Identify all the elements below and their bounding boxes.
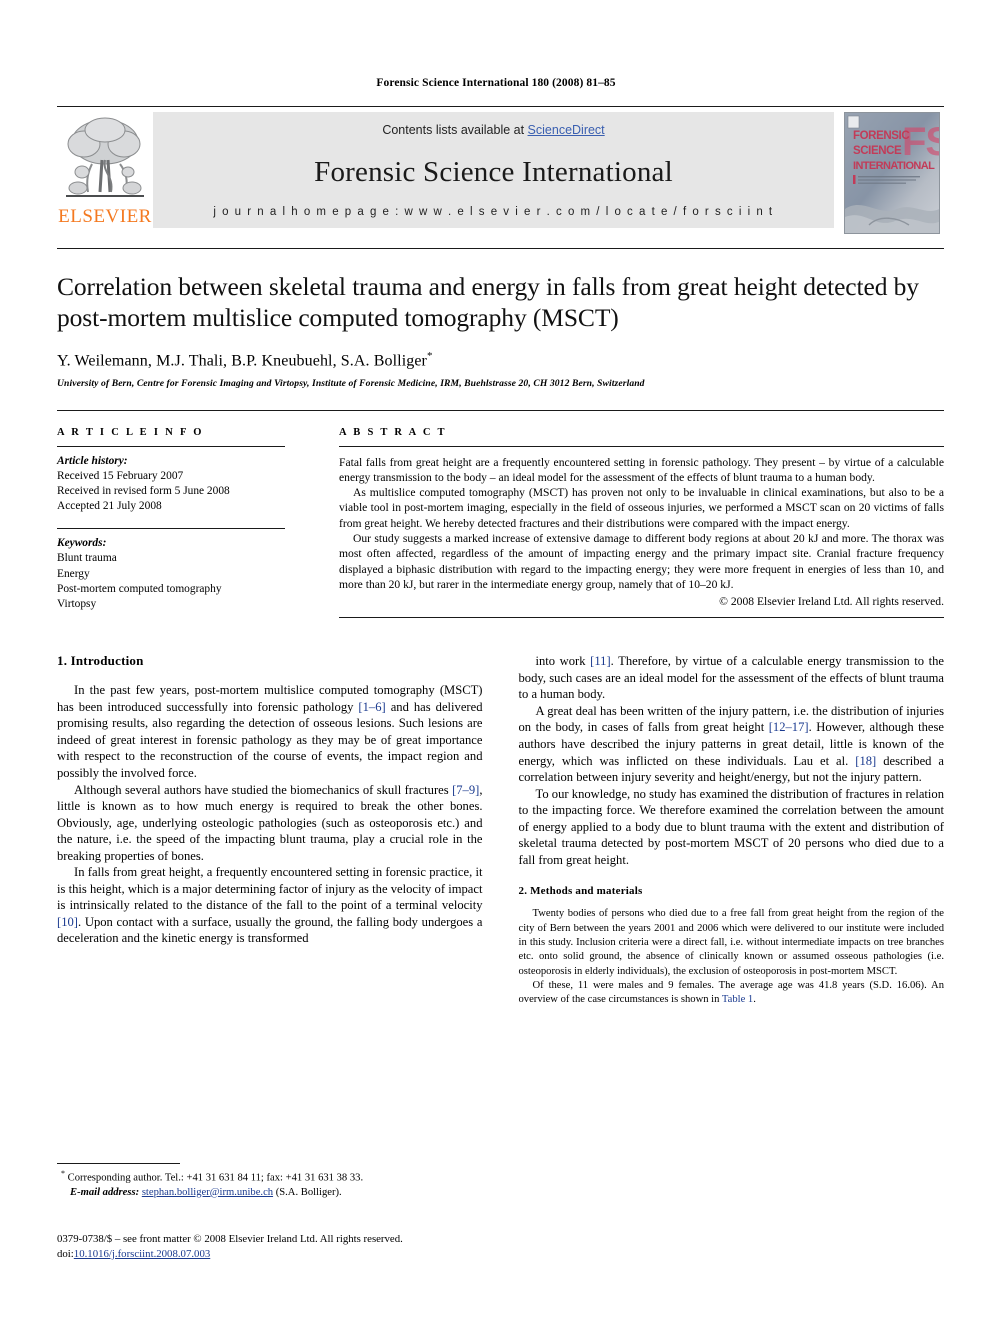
journal-cover-icon: FSI FORENSIC SCIENCE INTERNATIONAL — [844, 112, 940, 234]
abstract-paragraph: Our study suggests a marked increase of … — [339, 532, 944, 591]
footnote-divider — [57, 1163, 180, 1164]
article-body: 1. Introduction In the past few years, p… — [57, 653, 944, 1007]
email-link[interactable]: stephan.bolliger@irm.unibe.ch — [142, 1187, 273, 1198]
elsevier-logo: ELSEVIER — [57, 112, 153, 228]
methods-paragraph: Of these, 11 were males and 9 females. T… — [518, 979, 945, 1006]
imprint-block: 0379-0738/$ – see front matter © 2008 El… — [57, 1232, 477, 1261]
corresponding-author-marker[interactable]: * — [427, 350, 433, 362]
article-info-column: A R T I C L E I N F O Article history: R… — [57, 427, 309, 619]
email-address-label: E-mail address: — [70, 1186, 140, 1198]
citation-reference[interactable]: [7–9] — [452, 783, 479, 797]
footnote-block: * Corresponding author. Tel.: +41 31 631… — [57, 1163, 461, 1200]
author-names: Y. Weilemann, M.J. Thali, B.P. Kneubuehl… — [57, 352, 427, 370]
intro-paragraph: Although several authors have studied th… — [57, 782, 483, 863]
contents-label: Contents lists available at — [382, 123, 528, 137]
abstract-bottom-rule — [339, 617, 944, 619]
affiliation: University of Bern, Centre for Forensic … — [57, 377, 645, 389]
citation-reference[interactable]: [12–17] — [769, 720, 809, 734]
page-title: Correlation between skeletal trauma and … — [57, 272, 919, 333]
citation-reference[interactable]: [10] — [57, 915, 78, 929]
elsevier-wordmark: ELSEVIER — [58, 206, 152, 227]
keyword-item: Virtopsy — [57, 598, 97, 611]
intro-paragraph: into work [11]. Therefore, by virtue of … — [518, 654, 945, 702]
abstract-paragraph: Fatal falls from great height are a freq… — [339, 455, 944, 484]
journal-title: Forensic Science International — [314, 156, 673, 188]
doi-label: doi: — [57, 1247, 74, 1260]
article-history: Article history: Received 15 February 20… — [57, 454, 285, 515]
abstract-copyright: © 2008 Elsevier Ireland Ltd. All rights … — [719, 595, 944, 609]
keywords-rule — [57, 528, 285, 530]
article-header: Correlation between skeletal trauma and … — [57, 248, 944, 619]
journal-masthead: ELSEVIER Contents lists available at Sci… — [57, 106, 944, 234]
abstract-heading: A B S T R A C T — [339, 426, 447, 438]
keyword-item: Energy — [57, 567, 90, 580]
corresponding-author-text: Corresponding author. Tel.: +41 31 631 8… — [67, 1172, 364, 1184]
journal-banner: Contents lists available at ScienceDirec… — [153, 112, 834, 228]
abstract-body: Fatal falls from great height are a freq… — [339, 455, 944, 609]
journal-cover-thumbnail[interactable]: FSI FORENSIC SCIENCE INTERNATIONAL — [844, 112, 944, 234]
intro-paragraph: In the past few years, post-mortem multi… — [57, 683, 483, 780]
svg-text:INTERNATIONAL: INTERNATIONAL — [853, 160, 935, 172]
abstract-rule — [339, 445, 944, 447]
citation-reference[interactable]: [11] — [590, 654, 611, 668]
history-item: Accepted 21 July 2008 — [57, 500, 162, 513]
running-head: Forensic Science International 180 (2008… — [376, 77, 616, 89]
elsevier-tree-icon — [62, 114, 148, 206]
corresponding-author-footnote: * Corresponding author. Tel.: +41 31 631… — [57, 1169, 461, 1186]
article-history-label: Article history: — [57, 454, 128, 467]
doi-line: doi:10.1016/j.forsciint.2008.07.003 — [57, 1247, 477, 1262]
svg-text:SCIENCE: SCIENCE — [853, 145, 902, 157]
doi-link[interactable]: 10.1016/j.forsciint.2008.07.003 — [74, 1248, 210, 1260]
keywords-block: Keywords: Blunt trauma Energy Post-morte… — [57, 536, 285, 612]
body-column-left: 1. Introduction In the past few years, p… — [57, 653, 483, 1007]
history-item: Received in revised form 5 June 2008 — [57, 484, 230, 497]
abstract-paragraph: As multislice computed tomography (MSCT)… — [339, 486, 944, 530]
email-owner: (S.A. Bolliger). — [275, 1186, 342, 1198]
footnote-star-icon: * — [61, 1169, 65, 1178]
svg-text:FSI: FSI — [902, 120, 940, 164]
keywords-label: Keywords: — [57, 537, 107, 550]
intro-paragraph: To our knowledge, no study has examined … — [518, 786, 945, 867]
journal-homepage[interactable]: j o u r n a l h o m e p a g e : w w w . … — [213, 206, 773, 218]
article-info-rule — [57, 445, 285, 447]
keyword-item: Blunt trauma — [57, 552, 117, 565]
citation-reference[interactable]: Table 1 — [722, 994, 753, 1005]
email-footnote: E-mail address: stephan.bolliger@irm.uni… — [57, 1186, 461, 1200]
abstract-column: A B S T R A C T Fatal falls from great h… — [309, 427, 944, 619]
intro-paragraph: In falls from great height, a frequently… — [57, 865, 483, 946]
svg-text:FORENSIC: FORENSIC — [853, 130, 909, 142]
citation-reference[interactable]: [1–6] — [358, 700, 385, 714]
issn-copyright-line: 0379-0738/$ – see front matter © 2008 El… — [57, 1233, 403, 1245]
journal-article-page: Forensic Science International 180 (2008… — [0, 0, 992, 1323]
article-info-heading: A R T I C L E I N F O — [57, 426, 204, 438]
title-divider — [57, 248, 944, 249]
keyword-item: Post-mortem computed tomography — [57, 583, 222, 596]
section-heading-introduction: 1. Introduction — [57, 653, 144, 669]
methods-paragraph: Twenty bodies of persons who died due to… — [518, 908, 945, 977]
citation-reference[interactable]: [18] — [855, 754, 876, 768]
contents-available-line: Contents lists available at ScienceDirec… — [382, 123, 604, 137]
section-heading-methods: 2. Methods and materials — [518, 885, 643, 898]
info-abstract-area: A R T I C L E I N F O Article history: R… — [57, 427, 944, 619]
intro-paragraph: A great deal has been written of the inj… — [518, 703, 945, 785]
sciencedirect-link[interactable]: ScienceDirect — [528, 123, 605, 137]
info-divider — [57, 409, 944, 411]
history-item: Received 15 February 2007 — [57, 469, 184, 482]
body-column-right: into work [11]. Therefore, by virtue of … — [519, 653, 945, 1007]
author-list: Y. Weilemann, M.J. Thali, B.P. Kneubuehl… — [57, 350, 944, 370]
